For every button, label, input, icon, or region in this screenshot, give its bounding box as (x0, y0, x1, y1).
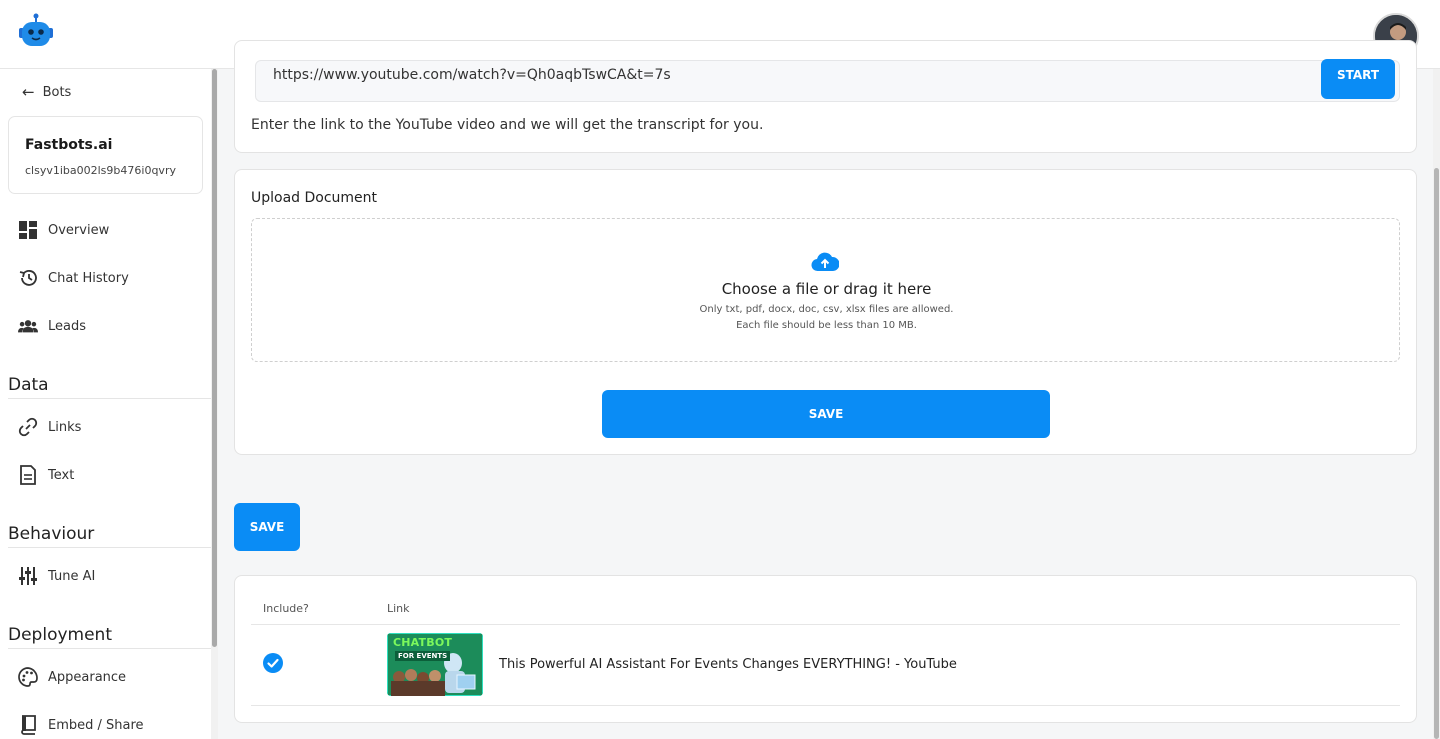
sidebar-item-text[interactable]: Text (18, 463, 74, 487)
cloud-upload-icon (811, 251, 840, 273)
history-icon (18, 268, 38, 288)
document-icon (18, 465, 38, 485)
sidebar-item-label: Appearance (48, 669, 127, 685)
link-icon (18, 417, 38, 437)
section-heading-behaviour: Behaviour (8, 524, 95, 544)
dropzone-prompt: Choose a file or drag it here (721, 280, 932, 298)
video-thumbnail[interactable]: CHATBOT FOR EVENTS (387, 633, 483, 696)
back-to-bots-link[interactable]: ← Bots (22, 82, 71, 102)
allowed-file-types: Only txt, pdf, docx, doc, csv, xlsx file… (699, 304, 954, 315)
arrow-left-icon: ← (22, 83, 35, 101)
sidebar-item-leads[interactable]: Leads (18, 314, 86, 338)
bot-id: clsyv1iba002ls9b476i0qvry (25, 164, 176, 177)
start-button[interactable]: START (1321, 59, 1395, 99)
back-label: Bots (42, 84, 72, 100)
sliders-icon (18, 566, 38, 586)
sidebar-item-label: Leads (48, 318, 87, 334)
sidebar-item-label: Overview (48, 222, 110, 238)
section-heading-deployment: Deployment (8, 625, 112, 645)
dashboard-icon (18, 220, 38, 240)
sidebar-item-appearance[interactable]: Appearance (18, 665, 126, 689)
file-dropzone[interactable]: Choose a file or drag it here Only txt, … (251, 218, 1400, 362)
section-divider (8, 398, 211, 399)
column-header-include: Include? (263, 602, 309, 615)
section-divider (8, 648, 211, 649)
upload-title: Upload Document (251, 190, 378, 206)
table-row-divider (251, 705, 1400, 706)
sidebar-item-tune-ai[interactable]: Tune AI (18, 564, 95, 588)
table-header-divider (251, 624, 1400, 625)
checkmark-icon (267, 658, 279, 668)
sidebar-item-label: Text (48, 467, 75, 483)
book-icon (18, 715, 38, 735)
sidebar-item-links[interactable]: Links (18, 415, 81, 439)
youtube-help-text: Enter the link to the YouTube video and … (251, 117, 764, 133)
sidebar-item-embed-share[interactable]: Embed / Share (18, 713, 144, 737)
link-title[interactable]: This Powerful AI Assistant For Events Ch… (499, 657, 957, 672)
sidebar-item-chat-history[interactable]: Chat History (18, 266, 129, 290)
sidebar-item-label: Links (48, 419, 82, 435)
sidebar-item-overview[interactable]: Overview (18, 218, 109, 242)
thumbnail-title-line2: FOR EVENTS (395, 651, 451, 661)
users-icon (18, 316, 38, 336)
palette-icon (18, 667, 38, 687)
youtube-url-value[interactable]: https://www.youtube.com/watch?v=Qh0aqbTs… (273, 67, 671, 83)
file-size-limit: Each file should be less than 10 MB. (736, 320, 917, 331)
sidebar-item-label: Tune AI (48, 568, 96, 584)
thumbnail-title-line1: CHATBOT (393, 636, 453, 649)
column-header-link: Link (387, 602, 410, 615)
section-heading-data: Data (8, 375, 49, 395)
fastbots-logo-icon[interactable] (18, 13, 54, 49)
bot-name: Fastbots.ai (25, 137, 113, 153)
sidebar-item-label: Embed / Share (48, 717, 144, 733)
upload-save-button[interactable]: SAVE (602, 390, 1050, 438)
save-button[interactable]: SAVE (234, 503, 300, 551)
main-scrollbar-thumb[interactable] (1434, 168, 1439, 739)
include-checkbox[interactable] (263, 653, 283, 673)
sidebar-item-label: Chat History (48, 270, 129, 286)
sidebar-scrollbar-thumb[interactable] (212, 69, 217, 647)
section-divider (8, 547, 211, 548)
bot-card[interactable]: Fastbots.ai clsyv1iba002ls9b476i0qvry (8, 116, 203, 194)
